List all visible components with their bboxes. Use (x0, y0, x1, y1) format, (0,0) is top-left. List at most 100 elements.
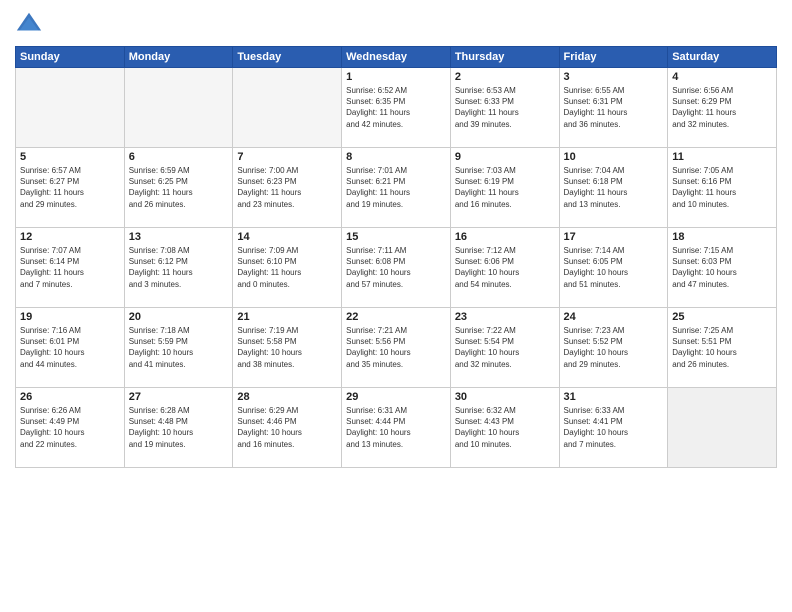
day-info: Sunrise: 7:01 AM Sunset: 6:21 PM Dayligh… (346, 165, 446, 210)
day-info: Sunrise: 6:29 AM Sunset: 4:46 PM Dayligh… (237, 405, 337, 450)
day-number: 27 (129, 391, 229, 403)
calendar-cell: 31 Sunrise: 6:33 AM Sunset: 4:41 PM Dayli… (559, 388, 668, 468)
day-number: 29 (346, 391, 446, 403)
calendar-cell: 8 Sunrise: 7:01 AM Sunset: 6:21 PM Daylig… (342, 148, 451, 228)
calendar-cell: 6Sunrise: 6:59 AM Sunset: 6:25 PM Daylig… (124, 148, 233, 228)
logo (15, 10, 47, 38)
calendar-cell: 19 Sunrise: 7:16 AM Sunset: 6:01 PM Dayli… (16, 308, 125, 388)
weekday-header-sunday: Sunday (16, 47, 125, 68)
calendar-cell (124, 68, 233, 148)
day-number: 31 (564, 391, 664, 403)
day-number: 12 (20, 231, 120, 243)
calendar-cell: 10 Sunrise: 7:04 AM Sunset: 6:18 PM Dayli… (559, 148, 668, 228)
day-number: 3 (564, 71, 664, 83)
day-number: 4 (672, 71, 772, 83)
day-info: Sunrise: 7:04 AM Sunset: 6:18 PM Dayligh… (564, 165, 664, 210)
day-info: Sunrise: 7:08 AM Sunset: 6:12 PM Dayligh… (129, 245, 229, 290)
day-info: Sunrise: 6:59 AM Sunset: 6:25 PM Dayligh… (129, 165, 229, 210)
calendar-cell: 15 Sunrise: 7:11 AM Sunset: 6:08 PM Dayli… (342, 228, 451, 308)
calendar-week-row: 1 Sunrise: 6:52 AM Sunset: 6:35 PM Daylig… (16, 68, 777, 148)
calendar-cell: 17 Sunrise: 7:14 AM Sunset: 6:05 PM Dayli… (559, 228, 668, 308)
calendar-cell: 11 Sunrise: 7:05 AM Sunset: 6:16 PM Dayli… (668, 148, 777, 228)
day-info: Sunrise: 6:52 AM Sunset: 6:35 PM Dayligh… (346, 85, 446, 130)
day-info: Sunrise: 7:19 AM Sunset: 5:58 PM Dayligh… (237, 325, 337, 370)
day-info: Sunrise: 7:12 AM Sunset: 6:06 PM Dayligh… (455, 245, 555, 290)
header (15, 10, 777, 38)
day-number: 13 (129, 231, 229, 243)
day-number: 8 (346, 151, 446, 163)
day-info: Sunrise: 7:22 AM Sunset: 5:54 PM Dayligh… (455, 325, 555, 370)
day-number: 14 (237, 231, 337, 243)
day-number: 16 (455, 231, 555, 243)
day-info: Sunrise: 6:57 AM Sunset: 6:27 PM Dayligh… (20, 165, 120, 210)
day-number: 11 (672, 151, 772, 163)
day-number: 20 (129, 311, 229, 323)
day-number: 22 (346, 311, 446, 323)
weekday-header-monday: Monday (124, 47, 233, 68)
day-number: 17 (564, 231, 664, 243)
calendar-cell: 23 Sunrise: 7:22 AM Sunset: 5:54 PM Dayli… (450, 308, 559, 388)
day-info: Sunrise: 7:21 AM Sunset: 5:56 PM Dayligh… (346, 325, 446, 370)
day-info: Sunrise: 7:15 AM Sunset: 6:03 PM Dayligh… (672, 245, 772, 290)
day-info: Sunrise: 7:07 AM Sunset: 6:14 PM Dayligh… (20, 245, 120, 290)
calendar-cell (16, 68, 125, 148)
calendar-cell: 3 Sunrise: 6:55 AM Sunset: 6:31 PM Daylig… (559, 68, 668, 148)
day-number: 5 (20, 151, 120, 163)
calendar-cell: 16 Sunrise: 7:12 AM Sunset: 6:06 PM Dayli… (450, 228, 559, 308)
calendar-cell: 21Sunrise: 7:19 AM Sunset: 5:58 PM Dayli… (233, 308, 342, 388)
calendar-cell (668, 388, 777, 468)
calendar-cell: 18 Sunrise: 7:15 AM Sunset: 6:03 PM Dayli… (668, 228, 777, 308)
calendar-cell: 1 Sunrise: 6:52 AM Sunset: 6:35 PM Daylig… (342, 68, 451, 148)
day-info: Sunrise: 6:33 AM Sunset: 4:41 PM Dayligh… (564, 405, 664, 450)
day-info: Sunrise: 7:00 AM Sunset: 6:23 PM Dayligh… (237, 165, 337, 210)
calendar-cell: 28 Sunrise: 6:29 AM Sunset: 4:46 PM Dayli… (233, 388, 342, 468)
calendar-cell: 22 Sunrise: 7:21 AM Sunset: 5:56 PM Dayli… (342, 308, 451, 388)
calendar-cell: 2 Sunrise: 6:53 AM Sunset: 6:33 PM Daylig… (450, 68, 559, 148)
day-number: 23 (455, 311, 555, 323)
day-number: 30 (455, 391, 555, 403)
day-number: 1 (346, 71, 446, 83)
day-number: 10 (564, 151, 664, 163)
calendar-cell: 25Sunrise: 7:25 AM Sunset: 5:51 PM Dayli… (668, 308, 777, 388)
weekday-header-wednesday: Wednesday (342, 47, 451, 68)
day-number: 15 (346, 231, 446, 243)
calendar-week-row: 26 Sunrise: 6:26 AM Sunset: 4:49 PM Dayli… (16, 388, 777, 468)
calendar-cell (233, 68, 342, 148)
calendar-table: SundayMondayTuesdayWednesdayThursdayFrid… (15, 46, 777, 468)
day-number: 2 (455, 71, 555, 83)
day-number: 26 (20, 391, 120, 403)
day-info: Sunrise: 7:18 AM Sunset: 5:59 PM Dayligh… (129, 325, 229, 370)
page: SundayMondayTuesdayWednesdayThursdayFrid… (0, 0, 792, 612)
calendar-week-row: 5 Sunrise: 6:57 AM Sunset: 6:27 PM Daylig… (16, 148, 777, 228)
calendar-week-row: 19 Sunrise: 7:16 AM Sunset: 6:01 PM Dayli… (16, 308, 777, 388)
calendar-cell: 30Sunrise: 6:32 AM Sunset: 4:43 PM Dayli… (450, 388, 559, 468)
calendar-cell: 12 Sunrise: 7:07 AM Sunset: 6:14 PM Dayli… (16, 228, 125, 308)
day-info: Sunrise: 6:55 AM Sunset: 6:31 PM Dayligh… (564, 85, 664, 130)
day-number: 9 (455, 151, 555, 163)
day-info: Sunrise: 7:05 AM Sunset: 6:16 PM Dayligh… (672, 165, 772, 210)
day-number: 19 (20, 311, 120, 323)
day-info: Sunrise: 7:16 AM Sunset: 6:01 PM Dayligh… (20, 325, 120, 370)
day-info: Sunrise: 6:26 AM Sunset: 4:49 PM Dayligh… (20, 405, 120, 450)
day-info: Sunrise: 6:56 AM Sunset: 6:29 PM Dayligh… (672, 85, 772, 130)
day-number: 28 (237, 391, 337, 403)
calendar-cell: 14 Sunrise: 7:09 AM Sunset: 6:10 PM Dayli… (233, 228, 342, 308)
day-info: Sunrise: 6:31 AM Sunset: 4:44 PM Dayligh… (346, 405, 446, 450)
weekday-header-friday: Friday (559, 47, 668, 68)
day-number: 18 (672, 231, 772, 243)
calendar-cell: 24Sunrise: 7:23 AM Sunset: 5:52 PM Dayli… (559, 308, 668, 388)
calendar-cell: 5 Sunrise: 6:57 AM Sunset: 6:27 PM Daylig… (16, 148, 125, 228)
calendar-week-row: 12 Sunrise: 7:07 AM Sunset: 6:14 PM Dayli… (16, 228, 777, 308)
day-info: Sunrise: 7:14 AM Sunset: 6:05 PM Dayligh… (564, 245, 664, 290)
day-info: Sunrise: 6:28 AM Sunset: 4:48 PM Dayligh… (129, 405, 229, 450)
day-number: 25 (672, 311, 772, 323)
day-info: Sunrise: 7:23 AM Sunset: 5:52 PM Dayligh… (564, 325, 664, 370)
day-info: Sunrise: 6:53 AM Sunset: 6:33 PM Dayligh… (455, 85, 555, 130)
day-info: Sunrise: 7:09 AM Sunset: 6:10 PM Dayligh… (237, 245, 337, 290)
calendar-cell: 26 Sunrise: 6:26 AM Sunset: 4:49 PM Dayli… (16, 388, 125, 468)
day-number: 7 (237, 151, 337, 163)
day-info: Sunrise: 7:11 AM Sunset: 6:08 PM Dayligh… (346, 245, 446, 290)
weekday-header-saturday: Saturday (668, 47, 777, 68)
calendar-cell: 27 Sunrise: 6:28 AM Sunset: 4:48 PM Dayli… (124, 388, 233, 468)
calendar-cell: 13 Sunrise: 7:08 AM Sunset: 6:12 PM Dayli… (124, 228, 233, 308)
